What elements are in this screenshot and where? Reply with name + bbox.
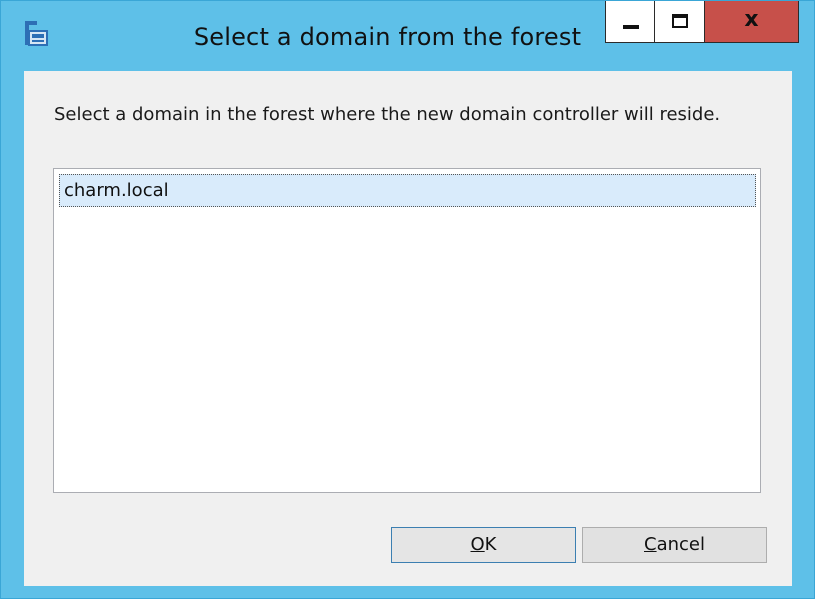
title-bar[interactable]: Select a domain from the forest x [1,1,814,71]
cancel-button[interactable]: Cancel [582,527,767,563]
dialog-body: Select a domain in the forest where the … [24,71,792,586]
ok-accelerator: O [470,534,485,555]
maximize-button[interactable] [655,1,705,43]
window-controls: x [605,1,799,43]
dialog-window: Select a domain from the forest x Select… [0,0,815,599]
close-button[interactable]: x [705,1,799,43]
ok-label-rest: K [484,534,497,555]
prompt-text: Select a domain in the forest where the … [54,104,721,125]
minimize-button[interactable] [605,1,655,43]
maximize-icon [672,14,688,28]
ok-button[interactable]: OK [391,527,576,563]
close-icon: x [744,7,759,32]
list-item-selected[interactable]: charm.local [59,174,756,207]
cancel-label-rest: ancel [656,534,705,555]
minimize-icon [623,25,639,29]
cancel-accelerator: C [644,534,657,555]
domain-listbox[interactable]: charm.local [53,168,761,493]
